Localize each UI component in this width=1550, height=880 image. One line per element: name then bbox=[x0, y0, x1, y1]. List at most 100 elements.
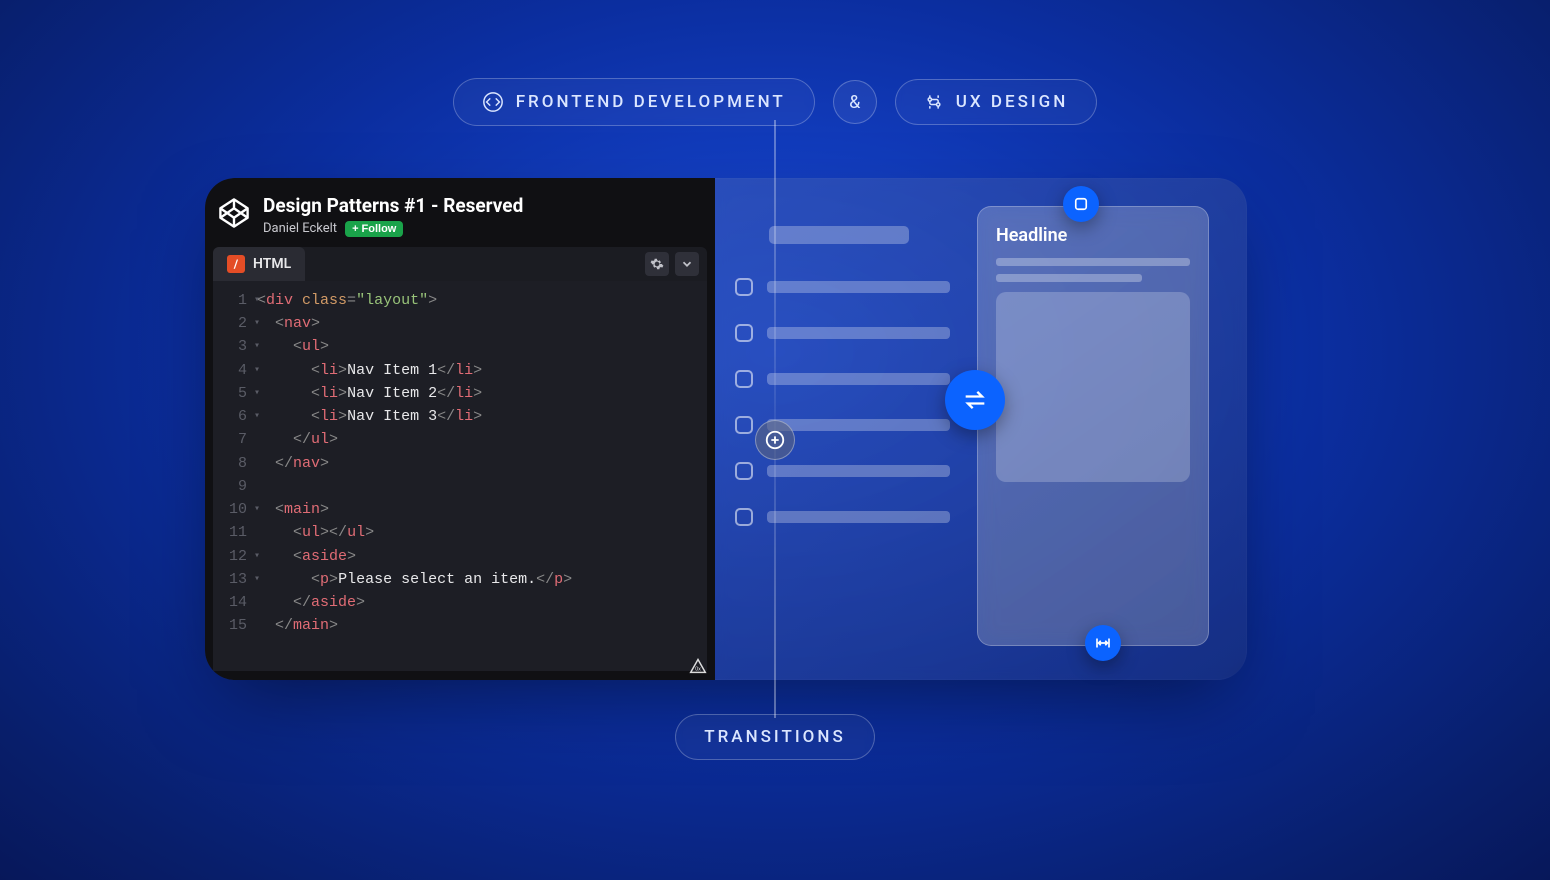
ampersand-badge: & bbox=[833, 80, 877, 124]
code-line[interactable]: 4▾ <li>Nav Item 1</li> bbox=[213, 359, 707, 382]
code-line[interactable]: 12▾ <aside> bbox=[213, 545, 707, 568]
codepen-panel: Design Patterns #1 - Reserved Daniel Eck… bbox=[205, 178, 715, 680]
fold-icon[interactable]: ▾ bbox=[254, 316, 260, 332]
line-number: 12▾ bbox=[213, 545, 257, 568]
list-item-line bbox=[767, 465, 950, 477]
code-content: </ul> bbox=[257, 428, 338, 451]
code-line[interactable]: 13▾ <p>Please select an item.</p> bbox=[213, 568, 707, 591]
code-editor[interactable]: 1▾<div class="layout">2▾ <nav>3▾ <ul>4▾ … bbox=[213, 281, 707, 671]
checkbox[interactable] bbox=[735, 508, 753, 526]
add-section-button[interactable] bbox=[755, 420, 795, 460]
vertical-connector bbox=[774, 120, 776, 718]
detail-text-line bbox=[996, 274, 1142, 282]
resize-handle-top[interactable] bbox=[1063, 186, 1099, 222]
checkbox[interactable] bbox=[735, 278, 753, 296]
code-line[interactable]: 14 </aside> bbox=[213, 591, 707, 614]
line-number: 11 bbox=[213, 521, 257, 544]
expand-button[interactable] bbox=[675, 252, 699, 276]
line-number: 5▾ bbox=[213, 382, 257, 405]
list-item[interactable] bbox=[735, 462, 950, 480]
code-line[interactable]: 2▾ <nav> bbox=[213, 312, 707, 335]
code-line[interactable]: 6▾ <li>Nav Item 3</li> bbox=[213, 405, 707, 428]
line-number: 13▾ bbox=[213, 568, 257, 591]
code-line[interactable]: 3▾ <ul> bbox=[213, 335, 707, 358]
plus-circle-icon bbox=[764, 429, 786, 451]
code-line[interactable]: 1▾<div class="layout"> bbox=[213, 289, 707, 312]
code-line[interactable]: 8 </nav> bbox=[213, 452, 707, 475]
width-handle[interactable] bbox=[1085, 625, 1121, 661]
transitions-pill-label: TRANSITIONS bbox=[704, 727, 846, 747]
list-item[interactable] bbox=[735, 508, 950, 526]
fold-icon[interactable]: ▾ bbox=[254, 409, 260, 425]
line-number: 8 bbox=[213, 452, 257, 475]
follow-button[interactable]: + Follow bbox=[345, 221, 403, 237]
code-content: <li>Nav Item 2</li> bbox=[257, 382, 482, 405]
code-line[interactable]: 5▾ <li>Nav Item 2</li> bbox=[213, 382, 707, 405]
code-content: <li>Nav Item 3</li> bbox=[257, 405, 482, 428]
code-content: <li>Nav Item 1</li> bbox=[257, 359, 482, 382]
fold-icon[interactable]: ▾ bbox=[254, 363, 260, 379]
svg-text:0x: 0x bbox=[695, 667, 701, 673]
gear-icon bbox=[650, 257, 664, 271]
code-content: <nav> bbox=[257, 312, 320, 335]
code-line[interactable]: 10▾ <main> bbox=[213, 498, 707, 521]
fold-icon[interactable]: ▾ bbox=[254, 502, 260, 518]
compare-icon bbox=[924, 92, 944, 112]
codepen-logo-icon bbox=[217, 196, 251, 230]
swap-handle[interactable] bbox=[945, 370, 1005, 430]
list-item-line bbox=[767, 511, 950, 523]
code-content: <main> bbox=[257, 498, 329, 521]
code-content: <ul> bbox=[257, 335, 329, 358]
fold-icon[interactable]: ▾ bbox=[254, 339, 260, 355]
line-number: 14 bbox=[213, 591, 257, 614]
square-icon bbox=[1072, 195, 1090, 213]
list-item-line bbox=[767, 327, 950, 339]
ux-pill: UX DESIGN bbox=[895, 79, 1098, 125]
list-item-line bbox=[767, 281, 950, 293]
html-badge-icon bbox=[227, 255, 245, 273]
code-line[interactable]: 9 bbox=[213, 475, 707, 498]
checkbox[interactable] bbox=[735, 462, 753, 480]
fold-icon[interactable]: ▾ bbox=[254, 386, 260, 402]
code-line[interactable]: 7 </ul> bbox=[213, 428, 707, 451]
main-card: Design Patterns #1 - Reserved Daniel Eck… bbox=[205, 178, 1247, 680]
fold-icon[interactable]: ▾ bbox=[254, 572, 260, 588]
checkbox[interactable] bbox=[735, 370, 753, 388]
line-number: 10▾ bbox=[213, 498, 257, 521]
tab-html[interactable]: HTML bbox=[213, 247, 305, 281]
settings-button[interactable] bbox=[645, 252, 669, 276]
fold-icon[interactable]: ▾ bbox=[254, 549, 260, 565]
line-number: 3▾ bbox=[213, 335, 257, 358]
detail-image-placeholder bbox=[996, 292, 1190, 482]
line-number: 4▾ bbox=[213, 359, 257, 382]
detail-headline: Headline bbox=[996, 225, 1190, 246]
line-number: 6▾ bbox=[213, 405, 257, 428]
code-content: </nav> bbox=[257, 452, 329, 475]
line-number: 9 bbox=[213, 475, 257, 498]
list-item[interactable] bbox=[735, 278, 950, 296]
line-number: 15 bbox=[213, 614, 257, 637]
code-line[interactable]: 15 </main> bbox=[213, 614, 707, 637]
code-icon bbox=[482, 91, 504, 113]
line-number: 7 bbox=[213, 428, 257, 451]
list-item[interactable] bbox=[735, 370, 950, 388]
code-line[interactable]: 11 <ul></ul> bbox=[213, 521, 707, 544]
list-item[interactable] bbox=[735, 324, 950, 342]
checkbox[interactable] bbox=[735, 324, 753, 342]
code-content: <div class="layout"> bbox=[257, 289, 437, 312]
fold-icon[interactable]: ▾ bbox=[254, 293, 260, 309]
code-content: <p>Please select an item.</p> bbox=[257, 568, 572, 591]
codepen-flag-icon: 0x bbox=[687, 654, 709, 676]
top-pill-row: FRONTEND DEVELOPMENT & UX DESIGN bbox=[0, 78, 1550, 126]
list-item-line bbox=[767, 419, 950, 431]
code-content: <aside> bbox=[257, 545, 356, 568]
checkbox[interactable] bbox=[735, 416, 753, 434]
bottom-pill-row: TRANSITIONS bbox=[0, 714, 1550, 760]
line-number: 2▾ bbox=[213, 312, 257, 335]
code-content: </aside> bbox=[257, 591, 365, 614]
swap-arrows-icon bbox=[961, 386, 989, 414]
frontend-pill-label: FRONTEND DEVELOPMENT bbox=[516, 92, 786, 112]
code-content: </main> bbox=[257, 614, 338, 637]
detail-card[interactable]: Headline bbox=[977, 206, 1209, 646]
pen-author[interactable]: Daniel Eckelt bbox=[263, 221, 337, 236]
